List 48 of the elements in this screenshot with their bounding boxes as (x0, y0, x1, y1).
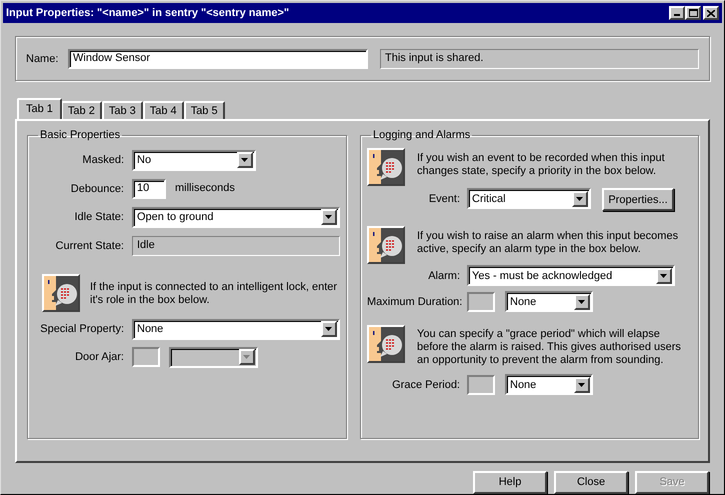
field-label: Debounce: (70, 182, 124, 196)
field-label: Masked: (81, 153, 124, 167)
field-label: Alarm: (427, 268, 460, 283)
minimize-button[interactable] (669, 6, 685, 20)
hint-text: If the input is connected to an intelligent lock, enter it's role in the box below. (90, 280, 338, 306)
hint-text: You can specify a "grace period" which will elapse before the alarm is raised. This gives authorised users an opportunity to prevent the alarm from sounding. (417, 328, 682, 368)
speech-icon (42, 274, 80, 312)
maximize-button[interactable] (685, 6, 701, 20)
field-label: Event: (428, 192, 460, 206)
window-title: Input Properties: "<name>" in sentry "<sentry name>" (6, 6, 290, 21)
dialog-button[interactable]: Help (473, 471, 547, 494)
field-label: Current State: (54, 238, 124, 252)
field-label: Maximum Duration: (367, 294, 460, 309)
dialog-button[interactable]: Close (554, 471, 628, 494)
unit-label: milliseconds (175, 181, 235, 196)
tab[interactable]: Tab 3 (102, 101, 143, 119)
speech-icon (367, 325, 405, 364)
field-label: Grace Period: (391, 378, 460, 392)
tab[interactable]: Tab 4 (142, 101, 184, 119)
dropdown[interactable]: None (132, 318, 340, 340)
speech-icon (367, 226, 405, 264)
maximize-icon (688, 9, 698, 17)
name-field[interactable]: Window Sensor (68, 48, 368, 68)
field-label: Door Ajar: (74, 350, 124, 364)
dropdown[interactable]: None (505, 374, 593, 396)
shared-status-field: This input is shared. (380, 48, 699, 68)
tab[interactable]: Tab 2 (60, 101, 102, 119)
tab[interactable]: Tab 1 (17, 98, 62, 119)
close-icon (707, 10, 715, 16)
dropdown[interactable]: None (505, 291, 593, 312)
field-label: Idle State: (73, 210, 124, 224)
minimize-icon (674, 14, 680, 16)
group-title: Logging and Alarms (372, 128, 472, 143)
dropdown[interactable]: No (132, 150, 256, 170)
field-label: Special Property: (39, 322, 124, 336)
dropdown[interactable]: Yes - must be acknowledged (467, 265, 675, 286)
debounce-field[interactable]: 10 (132, 178, 166, 198)
dropdown[interactable]: Critical (467, 188, 591, 210)
tab[interactable]: Tab 5 (184, 101, 225, 119)
group-title: Basic Properties (39, 128, 122, 143)
hint-text: If you wish to raise an alarm when this input becomes active, specify an alarm type in the box below. (417, 230, 680, 256)
current-state-field: Idle (132, 236, 340, 256)
dialog-button[interactable]: Properties... (602, 188, 674, 212)
field-label: Name: (26, 52, 58, 66)
hint-text: If you wish an event to be recorded when this input changes state, specify a priority in the box below. (417, 152, 666, 178)
speech-icon (367, 148, 405, 186)
close-button[interactable] (703, 6, 719, 20)
dropdown[interactable]: Open to ground (132, 206, 340, 228)
